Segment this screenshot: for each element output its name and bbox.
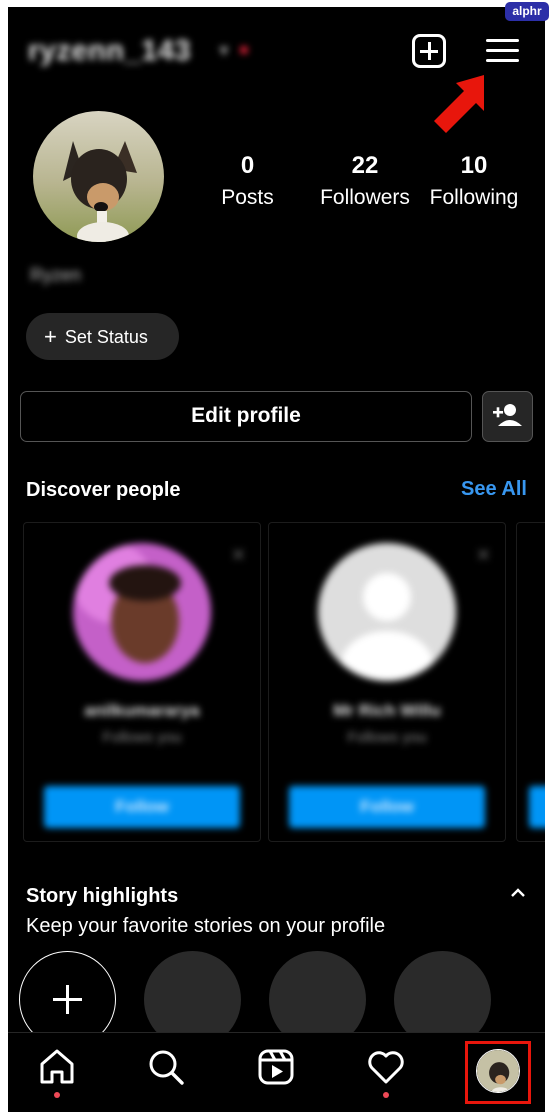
suggestion-card[interactable]: ✕ anilkumararya Follows you Follow (23, 522, 261, 842)
set-status-button[interactable]: + Set Status (26, 313, 179, 360)
profile-avatar-mini (476, 1049, 520, 1093)
discover-people-title: Discover people (26, 479, 181, 501)
suggestion-avatar[interactable] (73, 543, 211, 681)
edit-profile-button[interactable]: Edit profile (20, 391, 472, 442)
create-post-icon[interactable] (412, 34, 446, 68)
followers-stat[interactable]: 22 Followers (310, 152, 420, 210)
username-switcher[interactable]: ryzenn_143 (28, 35, 191, 68)
suggestion-card[interactable]: ✕ Mr Rich Willu Follows you Follow (268, 522, 506, 842)
dismiss-icon[interactable]: ✕ (231, 545, 246, 566)
notification-dot (54, 1092, 60, 1098)
add-person-icon (493, 404, 522, 426)
chevron-down-icon: ▼ (216, 43, 232, 60)
tab-home[interactable] (37, 1047, 77, 1098)
follow-button[interactable]: Follow (44, 786, 240, 828)
follow-button-partial[interactable] (529, 786, 545, 828)
bottom-tab-bar (8, 1032, 545, 1112)
notification-dot (383, 1092, 389, 1098)
instagram-profile-screen: ryzenn_143 ▼ 0 Posts 22 Followers 10 Fol… (8, 7, 545, 1112)
following-label: Following (429, 186, 519, 209)
chevron-up-icon[interactable] (510, 887, 526, 899)
heart-icon (368, 1051, 404, 1084)
suggestion-subtitle: Follows you (102, 729, 182, 746)
following-count: 10 (460, 152, 488, 179)
suggestion-card-partial[interactable] (516, 522, 545, 842)
reels-icon (258, 1049, 294, 1085)
discover-people-button[interactable] (482, 391, 533, 442)
set-status-label: Set Status (64, 327, 148, 347)
search-icon (149, 1050, 184, 1085)
tab-search[interactable] (146, 1047, 186, 1087)
tab-profile[interactable] (465, 1041, 531, 1104)
story-highlights-title: Story highlights (26, 885, 179, 907)
see-all-link[interactable]: See All (461, 478, 527, 501)
profile-avatar[interactable] (33, 111, 164, 242)
tab-reels[interactable] (256, 1047, 296, 1087)
red-arrow-annotation (434, 75, 484, 133)
suggestion-subtitle: Follows you (347, 729, 427, 746)
home-icon (40, 1049, 74, 1084)
notification-dot (240, 46, 248, 54)
tab-activity[interactable] (366, 1047, 406, 1098)
story-highlights-subtitle: Keep your favorite stories on your profi… (26, 915, 386, 937)
suggestion-avatar[interactable] (318, 543, 456, 681)
suggestion-name: Mr Rich Willu (333, 701, 441, 720)
profile-fullname: Ryzen (30, 265, 82, 285)
posts-label: Posts (221, 186, 274, 209)
following-stat[interactable]: 10 Following (424, 152, 524, 210)
posts-stat[interactable]: 0 Posts (210, 152, 285, 210)
followers-count: 22 (351, 152, 379, 179)
hamburger-menu-icon[interactable] (486, 37, 519, 65)
dismiss-icon[interactable]: ✕ (476, 545, 491, 566)
follow-button[interactable]: Follow (289, 786, 485, 828)
suggestion-name: anilkumararya (84, 701, 200, 720)
posts-count: 0 (240, 152, 255, 179)
alphr-watermark: alphr (505, 2, 549, 21)
followers-label: Followers (320, 186, 410, 209)
plus-icon: + (44, 324, 57, 349)
